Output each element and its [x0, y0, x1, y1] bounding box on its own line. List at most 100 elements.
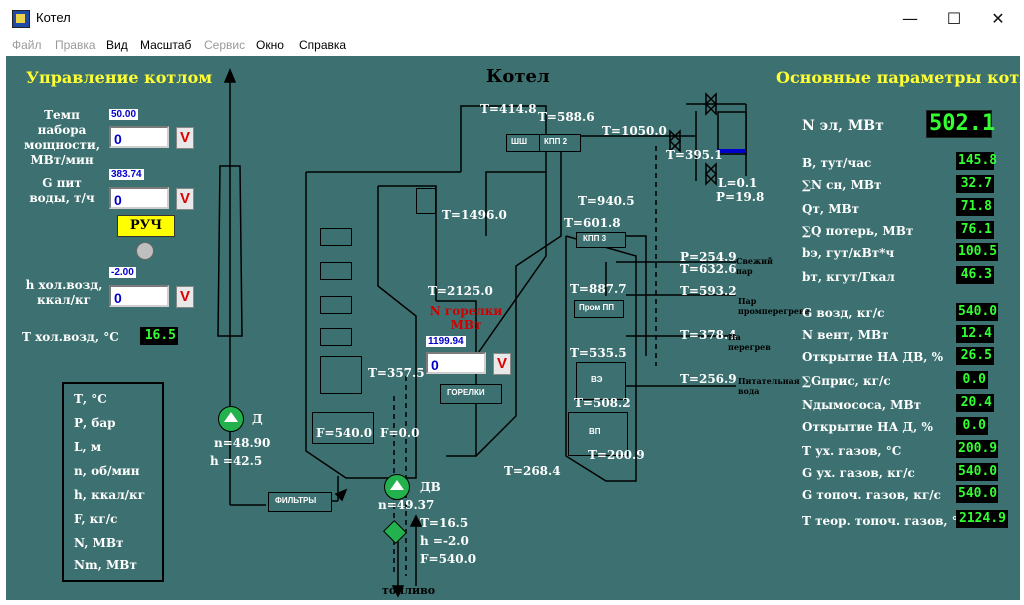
rate-apply-button[interactable]: V: [176, 127, 194, 149]
param-value-4: 100.5: [956, 243, 998, 261]
param-label-4: bэ, гут/кВт*ч: [802, 246, 895, 260]
fuel-label: топливо: [382, 584, 436, 597]
temp-601-8: T=601.8: [564, 216, 621, 230]
close-button[interactable]: ✕: [976, 6, 1020, 32]
temp-535-5: T=535.5: [570, 346, 627, 360]
nozzle-block: [416, 188, 436, 214]
param-value-3: 76.1: [956, 221, 994, 239]
param-label-10: Nдымососа, МВт: [802, 398, 922, 412]
kpp3-block: КПП 3: [576, 232, 626, 248]
temp-395-1: T=395.1: [666, 148, 723, 162]
filter-block: ФИЛЬТРЫ: [268, 492, 332, 512]
right-heading: Основные параметры котла: [776, 68, 1020, 87]
minimize-button[interactable]: —: [888, 6, 932, 32]
param-value-5: 46.3: [956, 266, 994, 284]
feedwater-input[interactable]: 0: [109, 187, 169, 209]
burner-apply-button[interactable]: V: [493, 353, 511, 375]
note-reheat-steam: Пар промперегрева: [738, 296, 810, 316]
manual-mode-button[interactable]: РУЧ: [117, 215, 175, 237]
screen-block-1: [320, 228, 352, 246]
temp-593-2: T=593.2: [680, 284, 737, 298]
blower-fan-icon[interactable]: [384, 474, 410, 500]
n-el-value: 502.1: [926, 110, 995, 138]
legend-speed: n, об/мин: [74, 464, 140, 478]
rate-label: Темп набора мощности, МВт/мин: [23, 108, 101, 167]
boiler-title: Котел: [486, 66, 550, 87]
prom-pp-block: Пром ПП: [574, 300, 624, 318]
menu-window[interactable]: Окно: [256, 38, 284, 52]
screen-block-3: [320, 296, 352, 314]
note-fresh-steam: Свежий пар: [736, 256, 773, 276]
temp-1050: T=1050.0: [602, 124, 667, 138]
temp-2125: T=2125.0: [428, 284, 493, 298]
cold-enthalpy-input[interactable]: 0: [109, 285, 169, 307]
temp-256-9: T=256.9: [680, 372, 737, 386]
temp-268-4: T=268.4: [504, 464, 561, 478]
temp-588-6: T=588.6: [538, 110, 595, 124]
n-el-label: N эл, МВт: [802, 118, 884, 134]
boiler-canvas: Управление котлом Темп набора мощности, …: [6, 56, 1020, 600]
temp-357-5: T=357.5: [368, 366, 425, 380]
smoke-exhauster-icon[interactable]: [218, 406, 244, 432]
air-temp: T=16.5: [420, 516, 469, 530]
menu-help[interactable]: Справка: [299, 38, 346, 52]
param-value-8: 26.5: [956, 347, 994, 365]
note-to-reheat: На перегрев: [728, 332, 771, 352]
param-label-2: Qт, МВт: [802, 202, 860, 216]
param-label-13: G ух. газов, кг/с: [802, 466, 915, 480]
temp-508-2: T=508.2: [574, 396, 631, 410]
param-value-1: 32.7: [956, 175, 994, 193]
param-value-10: 20.4: [956, 394, 994, 412]
temp-1496: T=1496.0: [442, 208, 507, 222]
param-value-9: 0.0: [956, 371, 988, 389]
drum-pressure: P=19.8: [716, 190, 765, 204]
fan-dv-speed: n=49.37: [378, 498, 435, 512]
menu-service[interactable]: Сервис: [204, 38, 245, 52]
mode-indicator: [136, 242, 154, 260]
window-title: Котел: [36, 10, 71, 25]
legend-power: N, МВт: [74, 536, 124, 550]
cold-temp-value: 16.5: [140, 327, 178, 345]
legend-mech-power: Nm, МВт: [74, 558, 137, 572]
cold-enthalpy-apply-button[interactable]: V: [176, 286, 194, 308]
temp-887-7: T=887.7: [570, 282, 627, 296]
burners-block: ГОРЕЛКИ: [440, 384, 502, 404]
param-label-0: B, тут/час: [802, 156, 872, 170]
rate-input[interactable]: 0: [109, 126, 169, 148]
param-label-5: bт, кгут/Гкал: [802, 270, 895, 284]
note-feed-water: Питательная вода: [738, 376, 800, 396]
param-label-9: ∑Gприс, кг/с: [802, 374, 891, 388]
air-flow: F=540.0: [420, 552, 477, 566]
burner-power-input[interactable]: 0: [426, 352, 486, 374]
param-label-12: Т ух. газов, °С: [802, 444, 902, 458]
param-value-0: 145.8: [956, 152, 998, 170]
param-value-12: 200.9: [956, 440, 998, 458]
menu-scale[interactable]: Масштаб: [140, 38, 191, 52]
legend-level: L, м: [74, 440, 102, 454]
cold-enthalpy-setpoint: -2.00: [109, 267, 136, 278]
drum-level: L=0.1: [718, 176, 758, 190]
maximize-button[interactable]: ☐: [932, 6, 976, 32]
legend-temp: Т, °С: [74, 392, 107, 406]
feedwater-apply-button[interactable]: V: [176, 188, 194, 210]
feedwater-setpoint: 383.74: [109, 169, 144, 180]
menu-view[interactable]: Вид: [106, 38, 128, 52]
fan-dv-label: ДВ: [420, 480, 441, 494]
flow-0: F=0.0: [380, 426, 420, 440]
screen-block-5: [320, 356, 362, 394]
param-value-15: 2124.9: [956, 510, 1008, 528]
menu-edit[interactable]: Правка: [55, 38, 96, 52]
menu-bar: Файл Правка Вид Масштаб Сервис Окно Спра…: [0, 36, 1024, 56]
temp-200-9: T=200.9: [588, 448, 645, 462]
param-value-14: 540.0: [956, 485, 998, 503]
param-label-8: Открытие НА ДВ, %: [802, 350, 943, 364]
burner-setpoint: 1199.94: [426, 336, 466, 347]
cold-temp-label: Т хол.возд, °С: [22, 330, 119, 344]
temp-632-6: T=632.6: [680, 262, 737, 276]
screen-block-2: [320, 262, 352, 280]
menu-file[interactable]: Файл: [12, 38, 42, 52]
param-value-2: 71.8: [956, 198, 994, 216]
fan-d-enthalpy: h =42.5: [210, 454, 263, 468]
cold-enthalpy-label: h хол.возд, ккал/кг: [25, 278, 103, 307]
rate-setpoint: 50.00: [109, 109, 139, 120]
